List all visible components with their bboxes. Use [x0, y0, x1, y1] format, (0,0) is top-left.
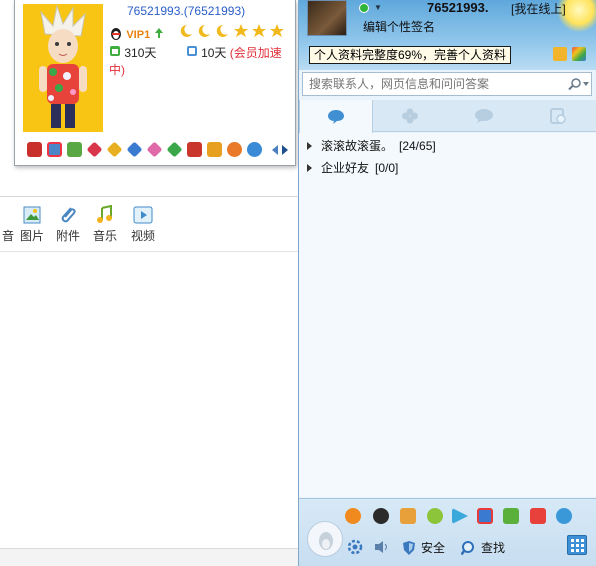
- gear-icon: [347, 539, 363, 555]
- app-game-icon[interactable]: [427, 508, 443, 524]
- sound-button[interactable]: [373, 539, 391, 555]
- profile-card-popup: 76521993.(76521993) VIP1 310天 10天 (会员加速中…: [14, 0, 296, 166]
- security-label: 安全: [421, 541, 446, 555]
- video-icon: [132, 205, 154, 225]
- qq-main-menu-button[interactable]: [307, 521, 343, 557]
- zone-icon[interactable]: [227, 142, 242, 157]
- photo-frame-icon[interactable]: [47, 142, 62, 157]
- tool-label: 附件: [55, 229, 80, 243]
- tool-label: 视频: [130, 229, 155, 243]
- group-name: 企业好友: [321, 161, 370, 175]
- search-icon[interactable]: [568, 77, 590, 94]
- recent-clock-icon: [550, 108, 566, 124]
- active-days: 310天: [124, 46, 157, 60]
- next-arrow-icon[interactable]: [281, 144, 289, 158]
- pet-icon[interactable]: [67, 142, 82, 157]
- group-count: [24/65]: [399, 139, 436, 153]
- bottom-bar: 安全 查找: [299, 498, 596, 566]
- app-penguin-icon[interactable]: [373, 508, 389, 524]
- signature-field[interactable]: 编辑个性签名: [363, 18, 435, 35]
- search-input[interactable]: [309, 76, 559, 92]
- app-manager-grid-icon[interactable]: [567, 535, 587, 555]
- contacts-bubble-icon: [328, 109, 344, 124]
- app-pet-icon[interactable]: [400, 508, 416, 524]
- speed-up-icon: [186, 45, 198, 60]
- shield-icon: [403, 540, 415, 555]
- tool-label: 图片: [19, 229, 44, 243]
- tool-video[interactable]: 视频: [125, 205, 161, 244]
- weibo-icon[interactable]: [247, 142, 262, 157]
- prev-arrow-icon[interactable]: [271, 144, 279, 158]
- level-up-arrow-icon: [154, 27, 164, 42]
- vip-level-row: VIP1: [109, 24, 289, 43]
- my-avatar[interactable]: [307, 0, 347, 36]
- magnifier-icon: [461, 540, 474, 555]
- app-shield-icon[interactable]: [503, 508, 519, 524]
- tab-recent[interactable]: [521, 100, 595, 132]
- online-status-text[interactable]: [我在线上]: [511, 0, 566, 17]
- tab-contacts[interactable]: [299, 100, 373, 133]
- find-label: 查找: [481, 541, 506, 555]
- penguin-icon: [109, 26, 123, 43]
- contact-list: 滚滚故滚蛋。 [24/65] 企业好友 [0/0]: [299, 133, 596, 497]
- online-status-icon[interactable]: [359, 3, 369, 13]
- app-qzone-icon[interactable]: [345, 508, 361, 524]
- days-row: 310天 10天 (会员加速中): [109, 44, 295, 78]
- calendar-icon: [109, 45, 121, 60]
- group-name: 滚滚故滚蛋。: [321, 139, 394, 153]
- app-photo-icon[interactable]: [477, 508, 493, 524]
- tab-favorites[interactable]: [373, 100, 447, 132]
- pink-diamond-icon[interactable]: [146, 141, 163, 158]
- status-dropdown-icon[interactable]: ▼: [374, 3, 382, 12]
- header-tools: [551, 47, 587, 64]
- profile-completion-tooltip[interactable]: 个人资料完整度69%，完善个人资料: [309, 46, 512, 64]
- app-video-icon[interactable]: [452, 508, 468, 524]
- tool-image[interactable]: 图片: [14, 205, 50, 244]
- group-count: [0/0]: [375, 161, 399, 175]
- vip-label[interactable]: VIP1: [126, 29, 150, 41]
- qq-id-link[interactable]: 76521993.(76521993): [127, 4, 245, 18]
- tool-label: 音乐: [92, 229, 117, 243]
- chat-window-bottom-edge: [0, 548, 298, 566]
- contact-group[interactable]: 滚滚故滚蛋。 [24/65]: [299, 136, 596, 156]
- red-diamond-icon[interactable]: [86, 141, 103, 158]
- chat-toolbar: 音 图片 附件 音乐 视频: [0, 196, 298, 252]
- mail-icon[interactable]: [553, 47, 567, 61]
- skin-icon[interactable]: [572, 47, 587, 61]
- image-icon: [21, 205, 43, 225]
- settings-button[interactable]: [347, 539, 363, 555]
- partial-tool-icon: [0, 205, 9, 225]
- profile-header: ▼ 76521993. [我在线上] 编辑个性签名 个人资料完整度69%，完善个…: [299, 0, 596, 70]
- clover-icon: [402, 108, 418, 124]
- avatar[interactable]: [23, 4, 103, 132]
- moon-star-level-icons: [180, 24, 284, 37]
- security-button[interactable]: 安全: [401, 539, 445, 556]
- qq-show-icon[interactable]: [27, 142, 42, 157]
- chat-bubble-icon: [475, 109, 493, 123]
- expand-arrow-icon[interactable]: [307, 164, 312, 172]
- search-box[interactable]: [302, 72, 592, 96]
- game-icon[interactable]: [187, 142, 202, 157]
- tool-attachment[interactable]: 附件: [50, 205, 86, 244]
- contact-group[interactable]: 企业好友 [0/0]: [299, 158, 596, 178]
- speaker-icon: [375, 541, 387, 553]
- app-weibo-icon[interactable]: [556, 508, 572, 524]
- find-button[interactable]: 查找: [461, 539, 505, 556]
- nickname[interactable]: 76521993.: [427, 0, 488, 15]
- tool-music[interactable]: 音乐: [87, 204, 123, 244]
- music-service-icon[interactable]: [207, 142, 222, 157]
- blue-diamond-icon[interactable]: [126, 141, 143, 158]
- expand-arrow-icon[interactable]: [307, 142, 312, 150]
- service-icons-row: [23, 141, 295, 160]
- app-paipai-icon[interactable]: [530, 508, 546, 524]
- green-diamond-icon[interactable]: [166, 141, 183, 158]
- panel-tabs: [299, 100, 596, 133]
- paperclip-icon: [57, 205, 79, 225]
- speed-days: 10天: [201, 46, 227, 60]
- music-icon: [94, 204, 116, 225]
- tab-chat[interactable]: [447, 100, 521, 132]
- yellow-diamond-icon[interactable]: [106, 141, 123, 158]
- qq-main-panel: ▼ 76521993. [我在线上] 编辑个性签名 个人资料完整度69%，完善个…: [298, 0, 596, 566]
- level-badges: [179, 24, 289, 41]
